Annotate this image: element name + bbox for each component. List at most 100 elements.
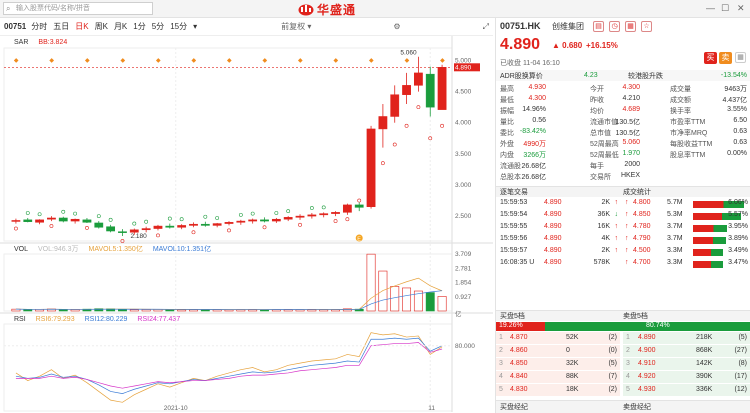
stat-label: 成交额 <box>670 97 691 104</box>
adr-row: ADR股换算价 4.23 较港股升跌 -13.54% <box>496 70 750 81</box>
stat-label: 市净率MRQ <box>670 130 708 137</box>
volume-flow[interactable]: ↑ 4.800 5.7M 6.06% ↑ 4.850 5.3M 5.57% ↑ 4.780 3.7M… <box>623 199 750 273</box>
candle-body <box>82 219 92 223</box>
trade-time: 15:59:55 <box>500 223 528 230</box>
close-icon[interactable]: ✕ <box>737 3 745 14</box>
settings-icon[interactable]: ⚙ <box>393 22 400 31</box>
tab-15min[interactable]: 15分 <box>170 21 187 32</box>
sar-low-label: 2.180 <box>130 233 147 240</box>
adr-label2: 较港股升跌 <box>628 72 663 80</box>
candle-body <box>378 116 388 130</box>
orderbook-header: 买盘5档 卖盘5档 <box>496 310 750 321</box>
bid-count: (7) <box>608 373 617 380</box>
bid-broker[interactable]: 买盘经纪 <box>500 402 528 412</box>
candle-body <box>366 128 376 208</box>
tab-daily-k[interactable]: 日K <box>75 21 88 32</box>
chevron-down-icon[interactable]: ▾ <box>193 22 197 31</box>
candle-body <box>177 225 187 228</box>
bid-price: 4.860 <box>510 347 528 354</box>
maximize-icon[interactable]: ☐ <box>721 3 729 14</box>
sell-button[interactable]: 卖 <box>719 52 732 64</box>
stat-value: 6.50 <box>733 117 747 124</box>
flow-volume: 3.7M <box>667 223 683 230</box>
grid-icon[interactable]: ▦ <box>735 52 746 63</box>
chart-icon[interactable]: ▤ <box>593 21 604 32</box>
bid-count: (2) <box>608 334 617 341</box>
stat-value: 9463万 <box>724 86 747 93</box>
trade-price: 4.890 <box>544 235 562 242</box>
brand-name: 华盛通 <box>317 2 357 17</box>
sar-dot <box>238 212 243 217</box>
candle-body <box>319 213 329 216</box>
stat-label: 流通市值 <box>590 119 618 126</box>
tab-5min[interactable]: 5分 <box>152 21 164 32</box>
trade-time: 15:59:56 <box>500 235 528 242</box>
stock-code: 00751 <box>4 22 27 31</box>
trades-title: 逐笔交易 <box>500 189 528 196</box>
bid-level: 2 <box>499 347 503 354</box>
bid-volume: 52K <box>566 334 579 341</box>
tab-1min[interactable]: 1分 <box>133 21 145 32</box>
volume-bar <box>390 286 400 312</box>
star-icon[interactable]: ☆ <box>641 21 652 32</box>
tab-intraday[interactable]: 分时 <box>31 21 47 32</box>
price-tick: 3.000 <box>455 182 472 189</box>
event-marker-icon: ◆ <box>85 58 90 64</box>
stat-value: 4.210 <box>622 95 640 102</box>
ask-level: 2 <box>626 347 630 354</box>
volume-bar <box>23 309 33 312</box>
orderbook[interactable]: 1 4.870 52K (2) 2 4.860 0 (0) 3 4.850 32K (5) 4 4.840… <box>496 332 750 398</box>
adjust-select[interactable]: 前复权 ▾ <box>281 21 311 32</box>
sar-dot <box>333 219 338 223</box>
search-placeholder: 输入股票代码/名称/拼音 <box>16 5 90 12</box>
adr-label: ADR股换算价 <box>500 72 543 80</box>
flow-arrow-icon: ↑ <box>625 223 629 230</box>
sar-dot <box>357 198 362 203</box>
tab-monthly-k[interactable]: 月K <box>114 21 127 32</box>
sar-dot <box>25 211 30 215</box>
stat-value: 4.437亿 <box>722 97 747 104</box>
news-icon[interactable]: ▦ <box>625 21 636 32</box>
expand-icon[interactable]: ⤢ <box>483 22 489 32</box>
trades-list[interactable]: 15:59:53 4.890 2K ↑ 15:59:54 4.890 36K ↓ 15:59:5… <box>496 199 620 273</box>
stat-value: 5.060 <box>622 139 640 146</box>
tab-5day[interactable]: 五日 <box>53 21 69 32</box>
candle-body <box>118 231 127 233</box>
ask-count: (5) <box>738 334 747 341</box>
quote-name: 创维集团 <box>552 22 584 31</box>
candle-body <box>153 225 163 229</box>
last-price: 4.890 <box>500 36 541 53</box>
trade-volume: 4K <box>601 235 610 242</box>
volume-bar <box>118 309 127 312</box>
flow-pct: 6.06% <box>728 199 748 206</box>
rsi24-line <box>15 342 443 389</box>
kline-chart[interactable]: 5.0004.8904.5004.0003.5003.0002.500◆ ◆ ◆ ◆ ◆… <box>0 36 493 412</box>
flow-arrow-icon: ↑ <box>625 247 629 254</box>
volume-bar <box>58 309 68 312</box>
flow-volume: 5.7M <box>667 199 683 206</box>
flow-arrow-icon: ↑ <box>625 211 629 218</box>
ask-price: 4.930 <box>638 386 656 393</box>
stat-label: 外盘 <box>500 141 514 148</box>
sar-dot <box>286 209 291 214</box>
stat-value: 26.68亿 <box>521 163 546 170</box>
sar-dot <box>144 219 149 224</box>
sar-dot <box>61 209 66 214</box>
price-change-pct: +16.15% <box>586 41 618 50</box>
candle-body <box>260 219 269 222</box>
minimize-icon[interactable]: — <box>706 3 715 13</box>
alert-icon[interactable]: ◷ <box>609 21 620 32</box>
candle-body <box>414 72 423 86</box>
tab-weekly-k[interactable]: 周K <box>95 21 108 32</box>
stat-label: 换手率 <box>670 108 691 115</box>
sar-dot <box>416 105 421 110</box>
buy-button[interactable]: 买 <box>704 52 717 64</box>
search-input[interactable]: ⌕ 输入股票代码/名称/拼音 <box>3 2 153 15</box>
ask-broker[interactable]: 卖盘经纪 <box>623 402 651 412</box>
vol-tick: 3.709 <box>455 251 472 258</box>
price-tick: 4.500 <box>455 89 472 96</box>
candle-body <box>224 222 234 224</box>
stat-value: HKEX <box>620 172 640 179</box>
trade-time: 15:59:54 <box>500 211 528 218</box>
stat-label: 量比 <box>500 119 514 126</box>
